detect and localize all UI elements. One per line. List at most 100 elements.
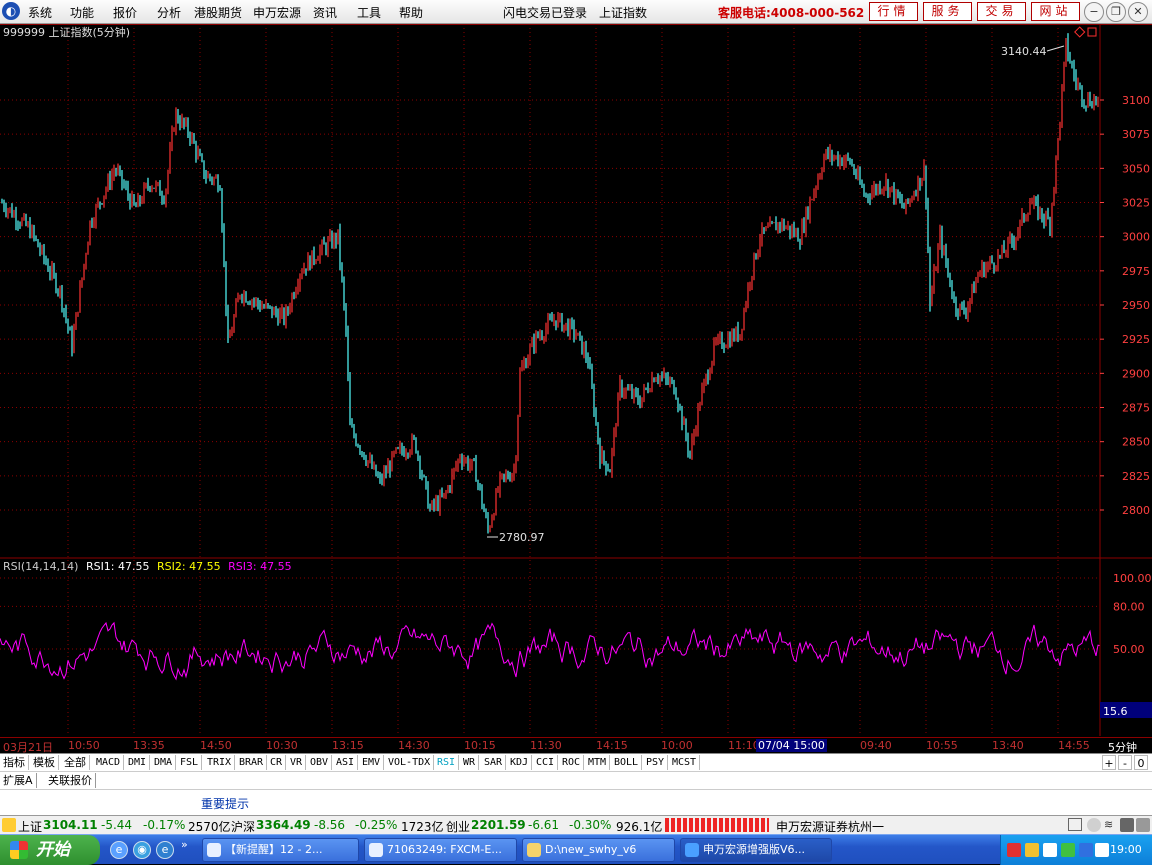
ie-alt-icon[interactable]: e	[156, 841, 174, 859]
tab-psy[interactable]: PSY	[643, 755, 669, 770]
sh-name: 上证	[18, 820, 43, 834]
price-tick-label: 2875	[1122, 402, 1150, 415]
lock-icon[interactable]	[1120, 818, 1134, 832]
tab-vr[interactable]: VR	[287, 755, 307, 770]
task-button[interactable]: 【新提醒】12 - 2...	[202, 838, 359, 862]
start-button[interactable]: 开始	[0, 835, 100, 865]
menu-news[interactable]: 资讯	[313, 4, 337, 21]
tab-vol-tdx[interactable]: VOL-TDX	[385, 755, 435, 770]
notice-bar: 重要提示	[0, 789, 1152, 815]
tab-dmi[interactable]: DMI	[125, 755, 151, 770]
app-logo-icon[interactable]: ◐	[2, 2, 20, 20]
quote-button[interactable]: 行情	[869, 2, 918, 21]
reset-button[interactable]: 0	[1134, 755, 1148, 770]
browser-icon[interactable]: ◉	[133, 841, 151, 859]
trade-button[interactable]: 交易	[977, 2, 1026, 21]
tray-security-icon[interactable]	[1095, 843, 1109, 857]
tab-related-quote[interactable]: 关联报价	[45, 773, 96, 788]
menu-help[interactable]: 帮助	[399, 4, 423, 21]
menu-system[interactable]: 系统	[28, 4, 52, 21]
tab-wr[interactable]: WR	[460, 755, 480, 770]
tab-mtm[interactable]: MTM	[585, 755, 611, 770]
zoom-out-button[interactable]: -	[1118, 755, 1132, 770]
tab-obv[interactable]: OBV	[307, 755, 333, 770]
service-button[interactable]: 服务	[923, 2, 972, 21]
diamond-marker-icon	[1074, 26, 1086, 38]
tab-cci[interactable]: CCI	[533, 755, 559, 770]
time-label: 10:15	[464, 739, 496, 752]
restore-icon[interactable]: ❐	[1106, 2, 1126, 22]
tab-roc[interactable]: ROC	[559, 755, 585, 770]
close-icon[interactable]: ✕	[1128, 2, 1148, 22]
menu-analysis[interactable]: 分析	[157, 4, 181, 21]
tab-rsi[interactable]: RSI	[434, 755, 460, 770]
price-tick-label: 3000	[1122, 231, 1150, 244]
ie-icon[interactable]: e	[110, 841, 128, 859]
zoom-in-button[interactable]: +	[1102, 755, 1116, 770]
sh-change: -5.44	[101, 818, 133, 832]
tab-sar[interactable]: SAR	[481, 755, 507, 770]
tab-mcst[interactable]: MCST	[669, 755, 701, 770]
menu-swhy[interactable]: 申万宏源	[253, 4, 301, 21]
tab-boll[interactable]: BOLL	[611, 755, 643, 770]
tray-sound-icon[interactable]	[1061, 843, 1075, 857]
rsi-tick-label: 50.00	[1113, 643, 1145, 656]
tray-user-icon[interactable]	[1043, 843, 1057, 857]
tab-trix[interactable]: TRIX	[204, 755, 236, 770]
tab-emv[interactable]: EMV	[359, 755, 385, 770]
hs-amount: 1723亿	[401, 820, 444, 834]
tab-indicator[interactable]: 指标	[0, 755, 29, 770]
hs-price: 3364.49	[256, 818, 311, 832]
rsi-axis: 100.00 80.00 50.00	[1113, 572, 1152, 656]
kline-chart[interactable]: 999999 上证指数(5分钟) 3100 3075 3050 3025 3000 297…	[0, 24, 1152, 736]
tab-asi[interactable]: ASI	[333, 755, 359, 770]
task-button[interactable]: 71063249: FXCM-E...	[364, 838, 517, 862]
sh-amount: 2570亿	[188, 820, 231, 834]
tab-all[interactable]: 全部	[61, 755, 90, 770]
price-series	[1, 33, 1099, 534]
window-icon[interactable]	[1068, 818, 1082, 831]
ticker-bar: 上证 3104.11 -5.44 -0.17% 2570亿 沪深 3364.49…	[0, 815, 1152, 834]
tab-dma[interactable]: DMA	[151, 755, 177, 770]
tray-network-icon[interactable]	[1025, 843, 1039, 857]
chat-icon[interactable]	[1087, 818, 1101, 832]
hs-name: 沪深	[231, 820, 256, 834]
menu-function[interactable]: 功能	[70, 4, 94, 21]
tray-app-icon[interactable]	[1007, 843, 1021, 857]
price-tick-label: 2850	[1122, 436, 1150, 449]
quicklaunch-expand-icon[interactable]: »	[181, 838, 188, 851]
price-axis: 3100 3075 3050 3025 3000 2975 2950 2925 2900 2875…	[1100, 94, 1150, 517]
settings-icon[interactable]	[1136, 818, 1150, 832]
hs-change: -8.56	[314, 818, 346, 832]
tab-brar[interactable]: BRAR	[236, 755, 268, 770]
tab-kdj[interactable]: KDJ	[507, 755, 533, 770]
chart-area[interactable]: 999999 上证指数(5分钟) 3100 3075 3050 3025 3000 297…	[0, 24, 1152, 736]
time-label: 13:15	[332, 739, 364, 752]
time-label: 10:30	[266, 739, 298, 752]
important-notice-link[interactable]: 重要提示	[201, 795, 249, 812]
cy-name: 创业	[446, 820, 471, 834]
service-hotline: 客服电话:4008-000-562	[718, 6, 865, 20]
rsi3-legend: RSI3: 47.55	[228, 560, 292, 573]
tray-shield-icon[interactable]	[1079, 843, 1093, 857]
website-button[interactable]: 网站	[1031, 2, 1080, 21]
task-button[interactable]: D:\new_swhy_v6	[522, 838, 675, 862]
tab-extend-a[interactable]: 扩展A	[0, 773, 37, 788]
sh-pct: -0.17%	[143, 818, 186, 832]
minimize-icon[interactable]: −	[1084, 2, 1104, 22]
tab-cr[interactable]: CR	[267, 755, 287, 770]
chart-title: 999999 上证指数(5分钟)	[3, 25, 130, 39]
tab-template[interactable]: 模板	[30, 755, 59, 770]
clock: 19:00	[1110, 843, 1142, 856]
price-tick-label: 3100	[1122, 94, 1150, 107]
time-label: 14:55	[1058, 739, 1090, 752]
time-label: 13:35	[133, 739, 165, 752]
price-tick-label: 2900	[1122, 367, 1150, 380]
tab-fsl[interactable]: FSL	[177, 755, 203, 770]
menu-quote[interactable]: 报价	[113, 4, 137, 21]
menu-hk-futures[interactable]: 港股期货	[194, 4, 242, 21]
task-button-active[interactable]: 申万宏源增强版V6...	[680, 838, 832, 862]
tab-macd[interactable]: MACD	[93, 755, 125, 770]
menu-tools[interactable]: 工具	[357, 4, 381, 21]
time-label: 14:30	[398, 739, 430, 752]
